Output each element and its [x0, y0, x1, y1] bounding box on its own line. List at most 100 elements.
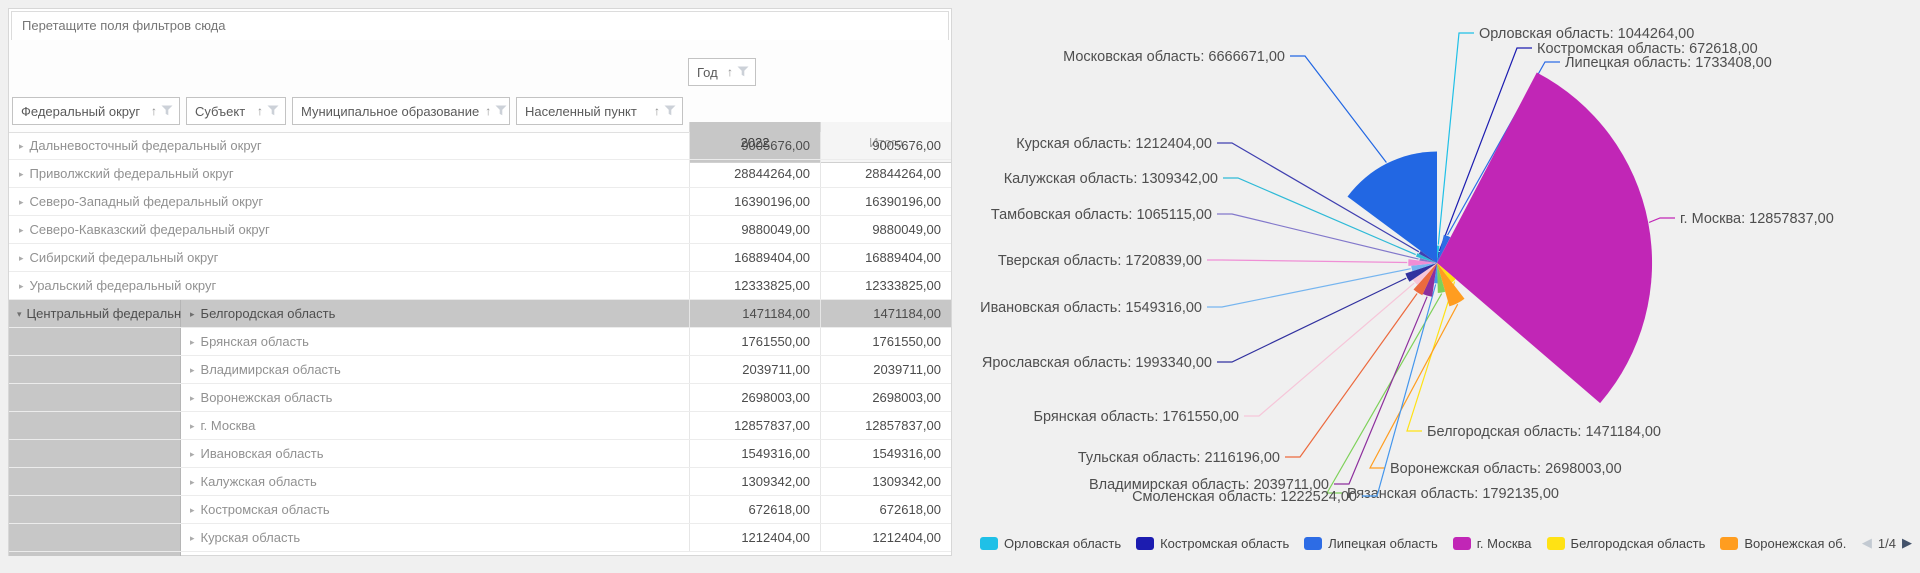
- filter-funnel-icon[interactable]: [664, 104, 676, 119]
- value-cell-2022[interactable]: 16390196,00: [689, 188, 820, 215]
- expand-icon[interactable]: ▸: [190, 365, 195, 375]
- sort-asc-icon[interactable]: ↑: [151, 104, 157, 118]
- table-row[interactable]: ▸Брянская область1761550,00 1761550,00: [9, 328, 951, 356]
- value-cell-total[interactable]: 28844264,00: [820, 160, 951, 187]
- table-row[interactable]: ▸Сибирский федеральный округ16889404,00 …: [9, 244, 951, 272]
- table-row[interactable]: ▸Уральский федеральный округ12333825,00 …: [9, 272, 951, 300]
- value-cell-total[interactable]: 9880049,00: [820, 216, 951, 243]
- sort-asc-icon[interactable]: ↑: [654, 104, 660, 118]
- legend-next-icon[interactable]: ▶: [1902, 535, 1912, 551]
- filter-funnel-icon[interactable]: [267, 104, 279, 119]
- table-row[interactable]: ▸Владимирская область2039711,00 2039711,…: [9, 356, 951, 384]
- value-cell-2022[interactable]: 672618,00: [689, 496, 820, 523]
- table-row[interactable]: ▸Воронежская область2698003,00 2698003,0…: [9, 384, 951, 412]
- table-row[interactable]: ▸г. Москва12857837,00 12857837,00: [9, 412, 951, 440]
- label-leader-line: [1207, 260, 1407, 263]
- subject-row-label[interactable]: ▸Ивановская область: [181, 440, 698, 467]
- value-cell-2022[interactable]: 1471184,00: [689, 300, 820, 327]
- value-cell-total[interactable]: 1309342,00: [820, 468, 951, 495]
- row-field-box[interactable]: Населенный пункт ↑: [516, 97, 683, 125]
- row-field-box[interactable]: Федеральный округ ↑: [12, 97, 180, 125]
- expand-icon[interactable]: ▸: [190, 477, 195, 487]
- expand-icon[interactable]: ▸: [190, 505, 195, 515]
- subject-row-label[interactable]: ▸Брянская область: [181, 328, 698, 355]
- filter-funnel-icon[interactable]: [737, 65, 749, 80]
- value-cell-2022[interactable]: 2698003,00: [689, 384, 820, 411]
- value-cell-2022[interactable]: 28844264,00: [689, 160, 820, 187]
- value-cell-total[interactable]: 1212404,00: [820, 524, 951, 551]
- district-row-label[interactable]: ▸Уральский федеральный округ: [9, 272, 699, 299]
- subject-row-label[interactable]: ▸г. Москва: [181, 412, 698, 439]
- expand-icon[interactable]: ▸: [19, 169, 24, 179]
- value-cell-total[interactable]: 672618,00: [820, 496, 951, 523]
- table-row[interactable]: ▸Приволжский федеральный округ28844264,0…: [9, 160, 951, 188]
- pie-slice[interactable]: [1348, 152, 1438, 264]
- value-cell-2022[interactable]: 12333825,00: [689, 272, 820, 299]
- expand-icon[interactable]: ▸: [19, 225, 24, 235]
- value-cell-total[interactable]: 16889404,00: [820, 244, 951, 271]
- value-cell-2022[interactable]: 1212404,00: [689, 524, 820, 551]
- table-row[interactable]: ▸Северо-Кавказский федеральный округ9880…: [9, 216, 951, 244]
- value-cell-2022[interactable]: 16889404,00: [689, 244, 820, 271]
- filter-drop-area[interactable]: Перетащите поля фильтров сюда: [11, 11, 949, 41]
- column-field-year[interactable]: Год ↑: [688, 58, 756, 86]
- value-cell-2022[interactable]: 9880049,00: [689, 216, 820, 243]
- subject-row-label[interactable]: ▸Калужская область: [181, 468, 698, 495]
- subject-row-label[interactable]: ▸Белгородская область: [181, 300, 698, 327]
- value-cell-total[interactable]: 16390196,00: [820, 188, 951, 215]
- table-row[interactable]: ▸Костромская область672618,00 672618,00: [9, 496, 951, 524]
- subject-row-label[interactable]: ▸Курская область: [181, 524, 698, 551]
- expand-icon[interactable]: ▸: [19, 281, 24, 291]
- district-row-label[interactable]: ▸Сибирский федеральный округ: [9, 244, 699, 271]
- expand-icon[interactable]: ▸: [190, 309, 195, 319]
- value-cell-2022[interactable]: 2039711,00: [689, 356, 820, 383]
- legend-prev-icon[interactable]: ◀: [1862, 535, 1872, 551]
- value-cell-total[interactable]: 1761550,00: [820, 328, 951, 355]
- value-cell-2022[interactable]: 9005676,00: [689, 132, 820, 159]
- expand-icon[interactable]: ▸: [19, 197, 24, 207]
- table-row[interactable]: ▸Курская область1212404,00 1212404,00: [9, 524, 951, 552]
- value-cell-total[interactable]: 2698003,00: [820, 384, 951, 411]
- legend-pager: ◀ 1/4 ▶: [1862, 535, 1912, 551]
- filter-funnel-icon[interactable]: [161, 104, 173, 119]
- value-cell-total[interactable]: 12857837,00: [820, 412, 951, 439]
- sort-asc-icon[interactable]: ↑: [727, 65, 733, 79]
- sort-asc-icon[interactable]: ↑: [257, 104, 263, 118]
- expand-icon[interactable]: ▸: [190, 533, 195, 543]
- district-row-label[interactable]: ▸Дальневосточный федеральный округ: [9, 132, 699, 159]
- value-cell-2022[interactable]: 12857837,00: [689, 412, 820, 439]
- expand-icon[interactable]: ▸: [19, 141, 24, 151]
- district-row-label[interactable]: ▸Северо-Западный федеральный округ: [9, 188, 699, 215]
- subject-row-label[interactable]: ▸Воронежская область: [181, 384, 698, 411]
- subject-row-label[interactable]: ▸Владимирская область: [181, 356, 698, 383]
- legend-label: Белгородская область: [1571, 536, 1706, 551]
- row-field-box[interactable]: Муниципальное образование ↑: [292, 97, 510, 125]
- expand-icon[interactable]: ▸: [190, 337, 195, 347]
- table-row[interactable]: ▸Ивановская область1549316,00 1549316,00: [9, 440, 951, 468]
- expand-icon[interactable]: ▸: [190, 449, 195, 459]
- value-cell-total[interactable]: 2039711,00: [820, 356, 951, 383]
- value-cell-total[interactable]: 9005676,00: [820, 132, 951, 159]
- value-cell-2022[interactable]: 1761550,00: [689, 328, 820, 355]
- value-cell-2022[interactable]: 1309342,00: [689, 468, 820, 495]
- row-field-box[interactable]: Субъект ↑: [186, 97, 286, 125]
- district-row-label[interactable]: ▸Северо-Кавказский федеральный округ: [9, 216, 699, 243]
- expand-icon[interactable]: ▸: [190, 421, 195, 431]
- expand-icon[interactable]: ▸: [190, 393, 195, 403]
- table-row[interactable]: ▸Дальневосточный федеральный округ900567…: [9, 132, 951, 160]
- filter-funnel-icon[interactable]: [495, 104, 507, 119]
- subject-row-label[interactable]: ▸Костромская область: [181, 496, 698, 523]
- value-cell-total[interactable]: 12333825,00: [820, 272, 951, 299]
- table-row[interactable]: ▸Северо-Западный федеральный округ163901…: [9, 188, 951, 216]
- expand-icon[interactable]: ▸: [19, 253, 24, 263]
- value-cell-total[interactable]: 1471184,00: [820, 300, 951, 327]
- sort-asc-icon[interactable]: ↑: [485, 104, 491, 118]
- district-row-label[interactable]: ▸Приволжский федеральный округ: [9, 160, 699, 187]
- pie-slice[interactable]: [1437, 73, 1652, 404]
- table-row[interactable]: ▸Белгородская область1471184,00 1471184,…: [9, 300, 951, 328]
- table-row[interactable]: ▸Калужская область1309342,00 1309342,00: [9, 468, 951, 496]
- label-leader-line: [1207, 269, 1411, 307]
- value-cell-2022[interactable]: 1549316,00: [689, 440, 820, 467]
- value-cell-total[interactable]: 1549316,00: [820, 440, 951, 467]
- legend-label: г. Москва: [1477, 536, 1532, 551]
